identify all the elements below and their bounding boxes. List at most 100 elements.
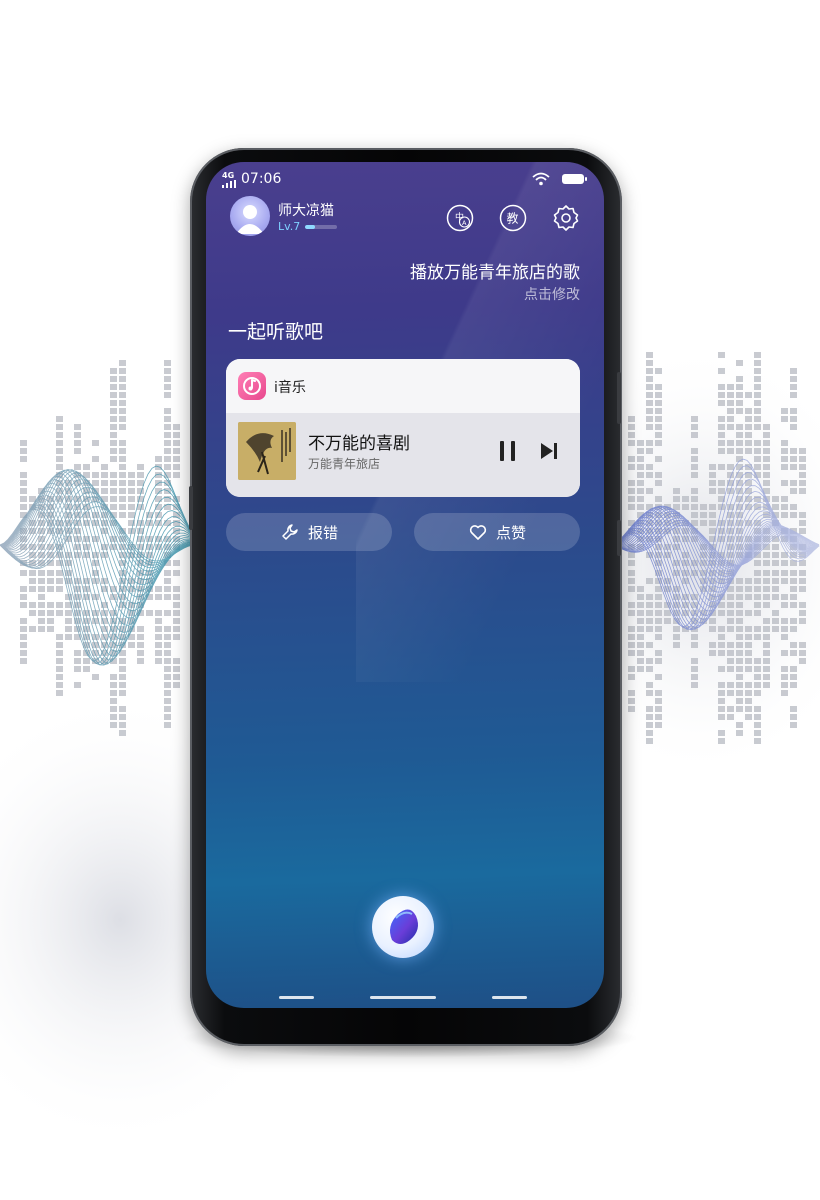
equalizer-block [790,722,797,728]
equalizer-block [646,722,653,728]
song-title[interactable]: 不万能的喜剧 [308,429,410,454]
equalizer-block [718,392,725,398]
equalizer-block [164,376,171,382]
equalizer-block [56,610,63,616]
equalizer-block [637,440,644,446]
equalizer-block [736,610,743,616]
equalizer-block [718,368,725,374]
equalizer-block [754,560,761,566]
equalizer-block [637,626,644,632]
avatar[interactable] [230,196,270,236]
education-icon[interactable]: 教 [499,204,527,232]
now-playing-row[interactable]: 不万能的喜剧 万能青年旅店 [226,413,580,497]
equalizer-block [736,376,743,382]
equalizer-block [655,400,662,406]
equalizer-block [20,480,27,486]
equalizer-block [790,408,797,414]
username[interactable]: 师大凉猫 [278,200,334,220]
equalizer-block [727,602,734,608]
equalizer-block [673,642,680,648]
equalizer-block [119,368,126,374]
equalizer-block [745,714,752,720]
equalizer-block [799,528,806,534]
equalizer-block [110,448,117,454]
pause-icon[interactable] [496,438,520,464]
equalizer-block [74,650,81,656]
equalizer-block [781,674,788,680]
equalizer-block [173,456,180,462]
equalizer-block [164,674,171,680]
equalizer-block [110,682,117,688]
equalizer-block [74,448,81,454]
equalizer-block [790,682,797,688]
equalizer-block [628,496,635,502]
equalizer-block [110,408,117,414]
equalizer-block [110,392,117,398]
equalizer-block [799,480,806,486]
equalizer-block [691,658,698,664]
equalizer-block [173,594,180,600]
equalizer-block [655,602,662,608]
equalizer-block [628,634,635,640]
translate-icon[interactable]: 中 A [446,204,474,232]
equalizer-block [56,432,63,438]
equalizer-block [727,690,734,696]
equalizer-block [799,448,806,454]
equalizer-block [799,512,806,518]
equalizer-block [772,570,779,576]
equalizer-block [110,472,117,478]
voice-command-text[interactable]: 播放万能青年旅店的歌 [410,258,580,283]
equalizer-block [646,738,653,744]
equalizer-block [119,682,126,688]
equalizer-block [772,552,779,558]
next-track-icon[interactable] [538,439,560,463]
like-button[interactable]: 点赞 [414,513,580,551]
equalizer-block [74,666,81,672]
wifi-icon [532,172,550,186]
equalizer-block [20,594,27,600]
music-player-card[interactable]: i音乐 不万能的喜剧 万能青年旅店 [226,359,580,497]
equalizer-block [38,602,45,608]
equalizer-block [745,416,752,422]
equalizer-block [718,642,725,648]
equalizer-block [628,690,635,696]
section-title: 一起听歌吧 [228,321,324,343]
equalizer-block [727,416,734,422]
equalizer-block [646,352,653,358]
artist-name[interactable]: 万能青年旅店 [308,455,380,472]
equalizer-block [790,570,797,576]
equalizer-block [646,658,653,664]
equalizer-block [727,666,734,672]
equalizer-block [646,602,653,608]
album-cover[interactable] [238,422,296,480]
equalizer-block [727,400,734,406]
equalizer-block [691,642,698,648]
report-error-button[interactable]: 报错 [226,513,392,551]
equalizer-block [628,586,635,592]
equalizer-block [164,626,171,632]
equalizer-block [92,480,99,486]
equalizer-block [691,496,698,502]
equalizer-block [173,424,180,430]
equalizer-block [790,392,797,398]
equalizer-block [691,488,698,494]
nav-indicator-home[interactable] [370,996,436,999]
equalizer-block [727,384,734,390]
equalizer-block [691,448,698,454]
equalizer-block [718,416,725,422]
voice-assistant-button[interactable] [372,896,434,958]
equalizer-block [173,626,180,632]
equalizer-block [56,634,63,640]
equalizer-block [155,610,162,616]
equalizer-block [38,578,45,584]
equalizer-block [646,376,653,382]
music-card-header[interactable]: i音乐 [226,359,580,413]
settings-icon[interactable] [552,204,580,232]
equalizer-block [637,594,644,600]
equalizer-block [754,610,761,616]
equalizer-block [628,666,635,672]
equalizer-block [727,610,734,616]
equalizer-block [718,488,725,494]
equalizer-block [628,416,635,422]
edit-command-hint[interactable]: 点击修改 [524,284,580,304]
